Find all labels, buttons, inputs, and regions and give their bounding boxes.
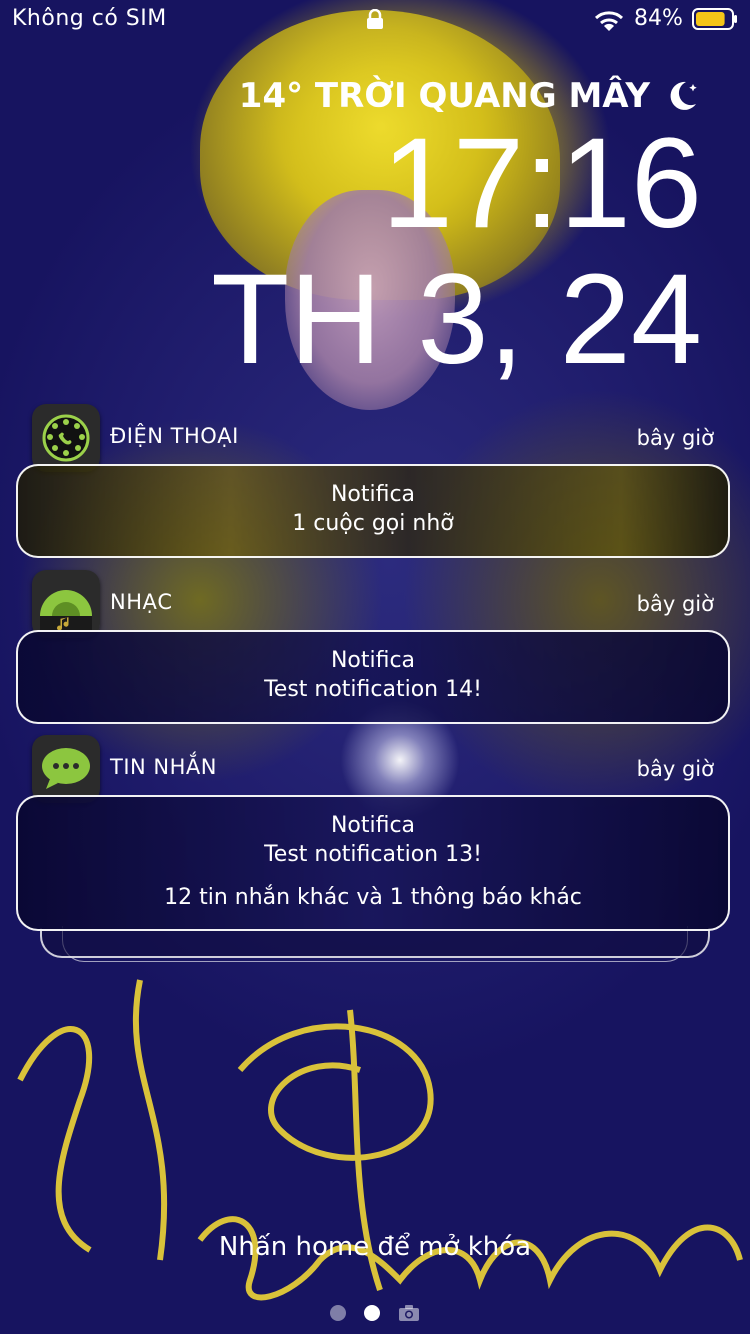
camera-icon[interactable] — [398, 1304, 420, 1322]
notification-time: bây giờ — [636, 426, 714, 450]
notification-time: bây giờ — [636, 592, 714, 616]
notification-app-name: TIN NHẮN — [110, 755, 217, 779]
page-dot-active[interactable] — [364, 1305, 380, 1321]
phone-app-icon — [32, 404, 100, 472]
notification-app-name: NHẠC — [110, 590, 173, 614]
notification-music[interactable]: NHẠC bây giờ Notifica Test notification … — [0, 570, 750, 726]
weather: 14° TRỜI QUANG MÂY — [239, 76, 700, 116]
notification-body: Test notification 13! — [264, 842, 482, 867]
notification-messages[interactable]: TIN NHẮN bây giờ Notifica Test notificat… — [0, 735, 750, 935]
battery-percent: 84% — [634, 6, 683, 31]
notification-title: Notifica — [330, 482, 416, 507]
page-dot[interactable] — [330, 1305, 346, 1321]
unlock-hint: Nhấn home để mở khóa — [218, 1232, 532, 1262]
music-app-icon — [32, 570, 100, 638]
notification-card[interactable]: Notifica 1 cuộc gọi nhỡ — [16, 464, 730, 558]
wallpaper-signature — [17, 979, 743, 1301]
clock-time: 17:16 — [381, 112, 702, 255]
notification-card[interactable]: Notifica Test notification 14! — [16, 630, 730, 724]
messages-app-icon — [32, 735, 100, 803]
moon-icon — [670, 81, 697, 110]
lock-icon — [367, 9, 383, 29]
carrier-label: Không có SIM — [12, 6, 167, 31]
wifi-icon — [594, 11, 624, 31]
notification-title: Notifica — [330, 813, 416, 838]
notification-phone[interactable]: ĐIỆN THOẠI bây giờ Notifica 1 cuộc gọi n… — [0, 404, 750, 560]
battery-icon — [692, 8, 737, 30]
notification-app-name: ĐIỆN THOẠI — [110, 424, 239, 448]
notification-card[interactable]: Notifica Test notification 13! 12 tin nh… — [16, 795, 730, 931]
clock-date: TH 3, 24 — [211, 248, 702, 391]
notification-time: bây giờ — [636, 757, 714, 781]
notification-more-summary: 12 tin nhắn khác và 1 thông báo khác — [164, 885, 582, 910]
weather-label: 14° TRỜI QUANG MÂY — [238, 76, 650, 116]
page-indicator[interactable] — [0, 1304, 750, 1322]
notification-title: Notifica — [330, 648, 416, 673]
status-bar: Không có SIM 84% — [0, 0, 750, 40]
notification-body: 1 cuộc gọi nhỡ — [292, 511, 454, 536]
notification-body: Test notification 14! — [264, 677, 482, 702]
